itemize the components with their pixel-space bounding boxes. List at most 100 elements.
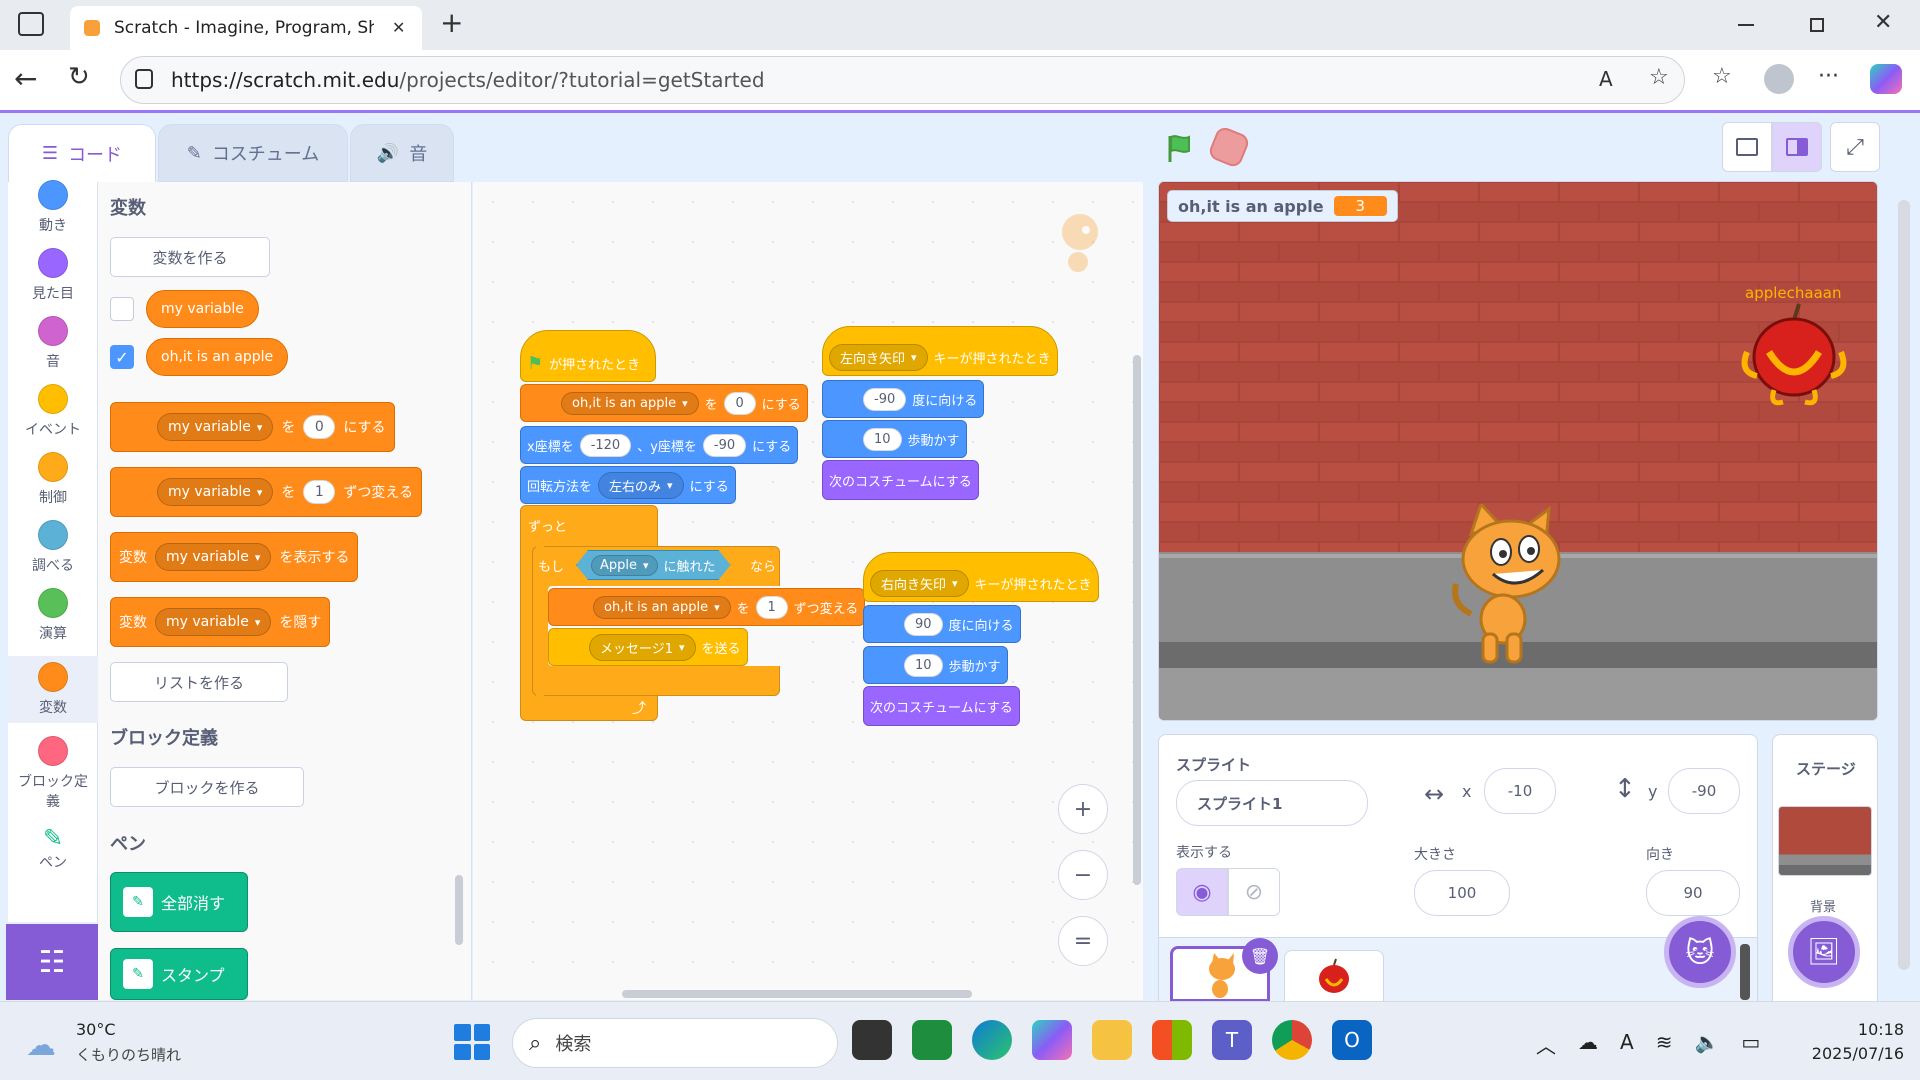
change-var-dropdown[interactable]: my variable: [157, 478, 274, 506]
show-hidden-icons-chevron-icon[interactable]: ︿: [1536, 1030, 1556, 1059]
outlook-app-icon[interactable]: O: [1332, 1020, 1372, 1060]
close-tab-icon[interactable]: ✕: [392, 18, 405, 37]
clock-time[interactable]: 10:18: [1844, 1020, 1904, 1039]
category-sensing[interactable]: 調べる: [8, 520, 98, 575]
category-looks[interactable]: 見た目: [8, 248, 98, 303]
touching-object-dropdown[interactable]: Apple: [591, 555, 658, 576]
s1-change-value-input[interactable]: 1: [755, 595, 788, 619]
right-direction-input[interactable]: 90: [904, 612, 943, 636]
category-pen[interactable]: ✎ ペン: [8, 824, 98, 872]
normal-stage-button[interactable]: [1772, 122, 1822, 172]
microsoft-store-icon[interactable]: [1152, 1020, 1192, 1060]
s1-set-var-dropdown[interactable]: oh,it is an apple: [561, 391, 699, 415]
zoom-out-button[interactable]: −: [1058, 850, 1108, 900]
page-scrollbar[interactable]: [1898, 200, 1910, 970]
workspace-v-scrollbar[interactable]: [1133, 355, 1141, 885]
restore-icon[interactable]: [1810, 18, 1824, 32]
chrome-browser-icon[interactable]: [1272, 1020, 1312, 1060]
classroom-app-icon[interactable]: [912, 1020, 952, 1060]
favorites-icon[interactable]: ☆: [1712, 64, 1732, 89]
s1-change-var-dropdown[interactable]: oh,it is an apple: [593, 595, 731, 619]
right-steps-input[interactable]: 10: [904, 653, 943, 677]
left-move-steps-block[interactable]: 10 歩動かす: [822, 420, 967, 458]
show-var-dropdown[interactable]: my variable: [155, 543, 272, 571]
copilot-icon[interactable]: [1870, 64, 1902, 94]
make-block-button[interactable]: ブロックを作る: [110, 767, 304, 807]
sidebar-toggle-icon[interactable]: [18, 12, 44, 36]
browser-tab[interactable]: Scratch - Imagine, Program, Share ✕: [70, 6, 422, 50]
hide-var-dropdown[interactable]: my variable: [155, 608, 272, 636]
refresh-icon[interactable]: ↻: [68, 62, 90, 92]
rotation-style-block[interactable]: 回転方法を 左右のみ にする: [520, 466, 736, 504]
start-button[interactable]: [454, 1024, 490, 1060]
left-steps-input[interactable]: 10: [863, 427, 902, 451]
category-sound[interactable]: 音: [8, 316, 98, 371]
add-sprite-button[interactable]: 🐱: [1664, 916, 1736, 988]
stage-canvas[interactable]: applechaaan oh,it is an apple 3: [1158, 181, 1878, 721]
copilot-app-icon[interactable]: [1032, 1020, 1072, 1060]
delete-sprite-button[interactable]: 🗑: [1242, 938, 1278, 974]
show-hidden-button[interactable]: ⊘: [1228, 868, 1280, 916]
category-motion[interactable]: 動き: [8, 180, 98, 235]
left-point-direction-block[interactable]: -90 度に向ける: [822, 380, 985, 418]
address-bar[interactable]: https://scratch.mit.edu/projects/editor/…: [120, 56, 1685, 104]
left-next-costume-block[interactable]: 次のコスチュームにする: [822, 460, 979, 500]
category-myblocks[interactable]: ブロック定義: [8, 736, 98, 811]
broadcast-block[interactable]: メッセージ1 を送る: [548, 628, 748, 666]
left-direction-input[interactable]: -90: [863, 387, 907, 411]
var1-checkbox[interactable]: [110, 297, 134, 321]
file-explorer-icon[interactable]: [1092, 1020, 1132, 1060]
right-next-costume-block[interactable]: 次のコスチュームにする: [863, 686, 1020, 726]
direction-field[interactable]: 90: [1646, 870, 1740, 916]
read-aloud-icon[interactable]: A: [1599, 67, 1613, 91]
teams-app-icon[interactable]: T: [1212, 1020, 1252, 1060]
set-variable-block[interactable]: my variable を 0 にする: [110, 402, 395, 452]
tab-costumes[interactable]: ✎ コスチューム: [158, 124, 348, 182]
change-value-input[interactable]: 1: [303, 480, 336, 504]
left-key-hat-block[interactable]: 左向き矢印 キーが押されたとき: [822, 326, 1058, 376]
y-field[interactable]: -90: [1668, 768, 1740, 814]
edge-browser-icon[interactable]: [972, 1020, 1012, 1060]
goto-xy-block[interactable]: x座標を -120 、y座標を -90 にする: [520, 426, 799, 464]
show-visible-button[interactable]: ◉: [1176, 868, 1228, 916]
pen-stamp-block[interactable]: ✎ スタンプ: [110, 948, 248, 1000]
favorite-star-icon[interactable]: ☆: [1649, 65, 1669, 90]
pen-clear-block[interactable]: ✎ 全部消す: [110, 872, 248, 932]
hide-variable-block[interactable]: 変数 my variable を隠す: [110, 597, 331, 647]
stage-thumbnail[interactable]: [1778, 806, 1872, 876]
palette-scrollbar[interactable]: [455, 875, 463, 945]
sprite-tile-apple[interactable]: [1284, 950, 1384, 1002]
add-extension-button[interactable]: ☷: [6, 924, 98, 1000]
back-icon[interactable]: ←: [14, 62, 37, 95]
category-variables[interactable]: 変数: [8, 656, 98, 723]
task-view-icon[interactable]: [852, 1020, 892, 1060]
category-events[interactable]: イベント: [8, 384, 98, 439]
ime-mode-icon[interactable]: A: [1620, 1030, 1634, 1059]
category-operators[interactable]: 演算: [8, 588, 98, 643]
show-variable-block[interactable]: 変数 my variable を表示する: [110, 532, 359, 582]
green-flag-button[interactable]: [1160, 128, 1200, 168]
zoom-reset-button[interactable]: =: [1058, 916, 1108, 966]
minimize-icon[interactable]: [1738, 24, 1754, 26]
sprite-list-scrollbar[interactable]: [1740, 944, 1750, 1000]
goto-x-input[interactable]: -120: [579, 433, 632, 457]
sprite-name-field[interactable]: スプライト1: [1176, 780, 1368, 826]
var1-reporter[interactable]: my variable: [146, 290, 259, 328]
set-apple-block[interactable]: oh,it is an apple を 0 にする: [520, 384, 808, 422]
taskbar-search[interactable]: ⌕ 検索: [512, 1018, 838, 1068]
set-value-input[interactable]: 0: [303, 415, 336, 439]
volume-icon[interactable]: 🔈: [1694, 1030, 1719, 1059]
right-key-hat-block[interactable]: 右向き矢印 キーが押されたとき: [863, 552, 1099, 602]
workspace-h-scrollbar[interactable]: [622, 990, 972, 998]
more-menu-icon[interactable]: ···: [1818, 64, 1839, 89]
close-window-icon[interactable]: ✕: [1874, 10, 1892, 35]
right-key-dropdown[interactable]: 右向き矢印: [870, 569, 969, 597]
variable-monitor[interactable]: oh,it is an apple 3: [1167, 190, 1399, 222]
tab-code[interactable]: ☰ コード: [8, 124, 156, 182]
when-flag-clicked-block[interactable]: ⚑ が押されたとき: [520, 330, 656, 382]
make-list-button[interactable]: リストを作る: [110, 662, 288, 702]
tab-sounds[interactable]: 🔊 音: [350, 124, 454, 182]
small-stage-button[interactable]: [1722, 122, 1772, 172]
right-point-direction-block[interactable]: 90 度に向ける: [863, 605, 1021, 643]
set-var-dropdown[interactable]: my variable: [157, 413, 274, 441]
